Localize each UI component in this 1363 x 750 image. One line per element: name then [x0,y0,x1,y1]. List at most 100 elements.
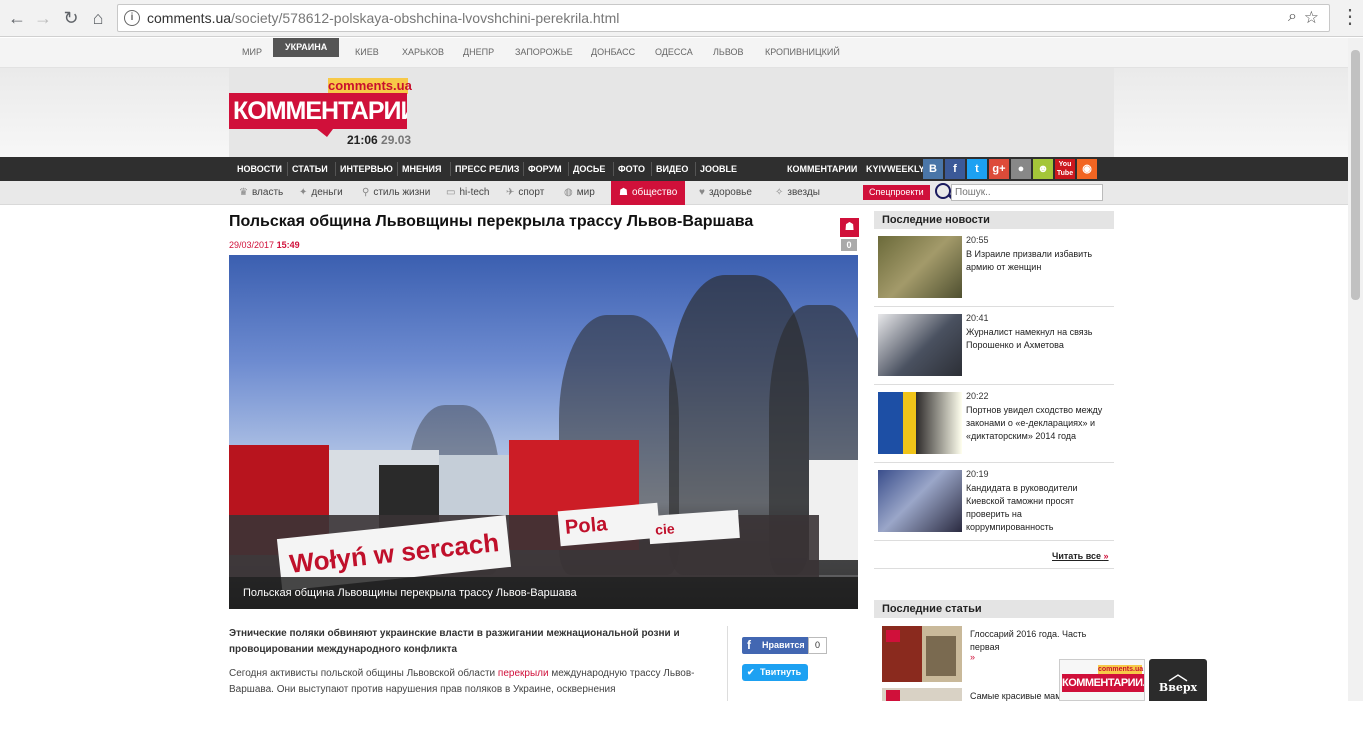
vk-icon[interactable]: B [923,159,943,179]
news-list-item[interactable]: 20:22 Портнов увидел сходство между закон… [874,385,1114,463]
region-tab[interactable]: ДОНБАСС [591,47,635,57]
news-list-item[interactable]: 20:41 Журналист намекнул на связь Порошен… [874,307,1114,385]
nav-item[interactable]: ДОСЬЕ [573,157,605,181]
comment-count[interactable]: 0 [841,239,857,251]
nav-item-right[interactable]: KYIVWEEKLY [866,157,925,181]
home-icon[interactable]: ⌂ [87,7,109,29]
facebook-icon[interactable]: f [945,159,965,179]
category-tab[interactable]: ♥ здоровье [699,181,752,205]
region-tab[interactable]: ОДЕССА [655,47,693,57]
news-thumbnail[interactable] [878,314,962,376]
star-icon: ✧ [775,187,784,198]
news-thumbnail[interactable] [878,470,962,532]
region-tab[interactable]: КРОПИВНИЦКИЙ [765,47,840,57]
news-title[interactable]: В Израиле призвали избавить армию от жен… [966,248,1108,274]
article-list-arrow[interactable]: » [970,652,975,662]
nav-item-right[interactable]: КОММЕНТАРИИ [787,157,857,181]
category-tab[interactable]: ✧ звезды [775,181,820,205]
region-tab[interactable]: МИР [242,47,262,57]
article-list-title[interactable]: Глоссарий 2016 года. Часть первая [970,628,1110,654]
nav-item[interactable]: МНЕНИЯ [402,157,441,181]
apple-icon[interactable]: ● [1011,159,1031,179]
search-icon[interactable] [935,183,951,199]
news-title[interactable]: Портнов увидел сходство между законами о… [966,404,1108,443]
style-icon: ⚲ [362,187,370,198]
category-tab[interactable]: ◍ мир [564,181,595,205]
sport-icon: ✈ [506,187,515,198]
logo-domain[interactable]: comments.ua [328,78,412,94]
news-thumbnail[interactable] [878,392,962,454]
region-tab[interactable]: КИЕВ [355,47,379,57]
region-tab[interactable]: ДНЕПР [463,47,494,57]
latest-articles-title[interactable]: Последние статьи [874,600,1114,618]
youtube-icon[interactable]: You Tube [1055,159,1075,179]
reload-icon[interactable]: ↻ [60,7,82,29]
header-clock: 21:06 29.03 [347,133,412,147]
category-tab[interactable]: ☗ общество [611,181,686,205]
news-title[interactable]: Журналист намекнул на связь Порошенко и … [966,326,1108,352]
category-tab[interactable]: ▭ hi-tech [446,181,489,205]
bookmark-star-icon[interactable]: ☆ [1304,8,1319,28]
news-thumbnail[interactable] [878,236,962,298]
people-icon[interactable]: ☗ [840,218,859,237]
region-tab[interactable]: УКРАИНА [273,38,340,57]
article-link[interactable]: перекрыли [498,668,549,679]
nav-item[interactable]: ВИДЕО [656,157,688,181]
region-tab[interactable]: ХАРЬКОВ [402,47,444,57]
tweet-button[interactable]: Твитнуть [742,664,809,681]
floating-logo-domain: comments.ua [1098,665,1144,674]
back-arrow-icon[interactable]: ← [6,7,28,29]
google-plus-icon[interactable]: g+ [989,159,1009,179]
nav-item[interactable]: ИНТЕРВЬЮ [340,157,393,181]
nav-item[interactable]: ФОРУМ [528,157,562,181]
thumb-block [926,636,956,676]
latest-news-title[interactable]: Последние новости [874,211,1114,229]
category-tab-label: мир [576,187,595,198]
article-date: 29/03/2017 15:49 [229,240,300,250]
search-input[interactable] [951,184,1103,201]
nav-separator [523,162,524,176]
twitter-icon[interactable]: t [967,159,987,179]
news-title[interactable]: Кандидата в руководители Киевской таможн… [966,482,1108,534]
floating-logo[interactable]: comments.ua КОММЕНТАРИИ.UA [1059,659,1145,701]
page-scrollbar[interactable] [1348,38,1363,701]
special-projects-button[interactable]: Спецпроекти [863,185,930,200]
nav-item[interactable]: JOOBLE [700,157,737,181]
category-navigation: ✧ звезды ♥ здоровье ☗ общество ◍ мир ✈ спорт ▭ hi-t… [0,181,1348,205]
news-list-item[interactable]: 20:19 Кандидата в руководители Киевской т… [874,463,1114,541]
facebook-like-count: 0 [808,637,827,654]
news-list-item[interactable]: 20:55 В Израиле призвали избавить армию о… [874,229,1114,307]
scroll-to-top-button[interactable]: ︿ Вверх [1149,659,1207,701]
forward-arrow-icon[interactable]: → [32,7,54,29]
photo-caption: Польская община Львовщины перекрыла трас… [243,587,577,599]
nav-item[interactable]: ФОТО [618,157,645,181]
address-bar[interactable]: i comments.ua/society/578612-polskaya-ob… [117,4,1330,32]
laptop-icon: ▭ [446,187,456,198]
category-tab[interactable]: ⚲ стиль жизни [362,181,430,205]
article-photo[interactable]: Wołyń w sercach Pola cie Польская община… [229,255,858,609]
scrollbar-thumb[interactable] [1351,50,1360,300]
thumb-badge [886,630,900,642]
region-tab[interactable]: ЗАПОРОЖЬЕ [515,47,573,57]
zoom-icon[interactable]: ⌕ [1288,8,1297,26]
nav-item[interactable]: СТАТЬИ [292,157,328,181]
site-logo[interactable]: КОММЕНТАРИИ.UA [229,93,407,129]
category-tab[interactable]: ✦ деньги [299,181,343,205]
globe-icon: ◍ [564,187,573,198]
rss-icon[interactable]: ◉ [1077,159,1097,179]
region-tab[interactable]: ЛЬВОВ [713,47,744,57]
url-text[interactable]: comments.ua/society/578612-polskaya-obsh… [147,10,619,26]
nav-item[interactable]: ПРЕСС РЕЛИЗ [455,157,519,181]
nav-separator [335,162,336,176]
info-icon[interactable]: i [124,10,140,26]
android-icon[interactable]: ☻ [1033,159,1053,179]
browser-menu-icon[interactable]: ⋮ [1340,6,1360,30]
category-tab[interactable]: ✈ спорт [506,181,544,205]
region-bar: МИР УКРАИНА КИЕВ ХАРЬКОВ ДНЕПР ЗАПОРОЖЬЕ ДОНБА… [0,38,1348,68]
article-thumbnail[interactable] [882,688,962,701]
category-tab[interactable]: ♛ власть [239,181,283,205]
read-all-link[interactable]: Читать все » [1052,551,1109,561]
article-thumbnail[interactable] [882,626,962,682]
facebook-like-button[interactable]: Нравится [742,637,811,654]
nav-item[interactable]: НОВОСТИ [237,157,282,181]
